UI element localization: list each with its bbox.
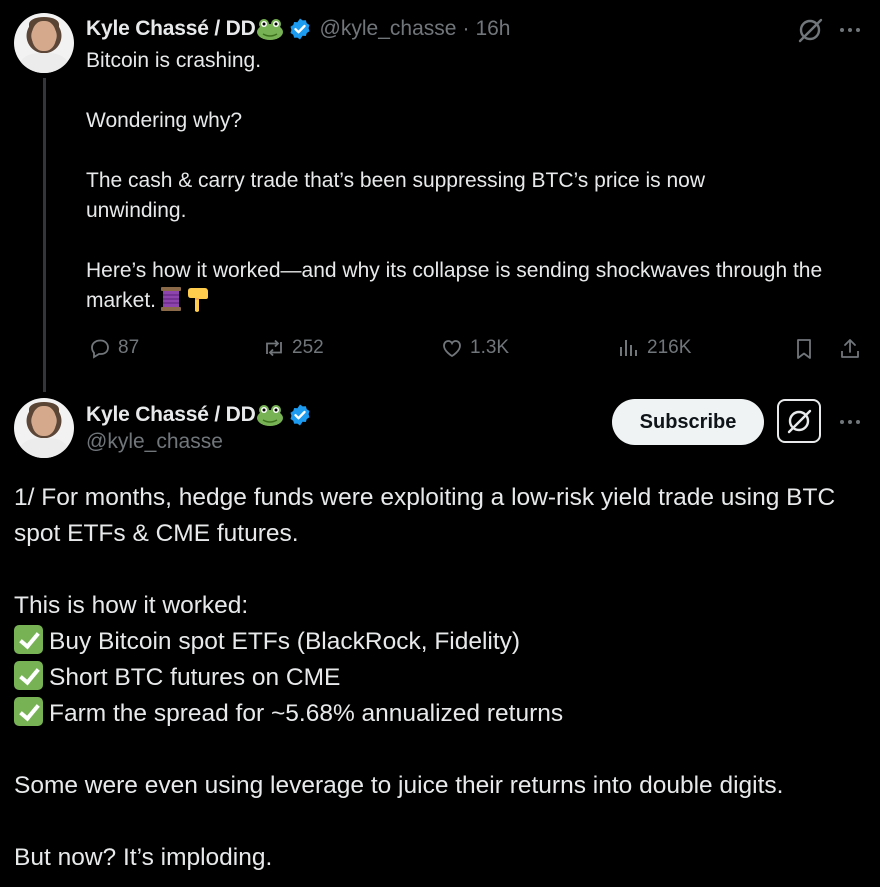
separator-dot: · [462,17,470,40]
grok-icon [787,409,812,434]
views-button[interactable]: 216K [617,336,691,360]
repost-button[interactable]: 252 [262,336,324,360]
verified-badge-icon[interactable] [288,403,312,427]
thread-connector-line [43,78,46,392]
list-item-text: Short BTC futures on CME [49,664,341,691]
tweet2-header: Kyle Chassé / DD [86,400,312,430]
grok-button[interactable] [777,399,821,443]
reply-count: 87 [118,337,140,358]
repost-count: 252 [292,337,324,358]
author-name[interactable]: Kyle Chassé / DD [86,403,256,427]
tweet-paragraph: But now? It’s imploding. [14,844,273,871]
author-handle[interactable]: @kyle_chasse [320,17,457,41]
avatar[interactable] [14,13,74,73]
reply-icon [91,339,109,359]
tweet-paragraph: Bitcoin is crashing. [86,49,262,72]
author-name[interactable]: Kyle Chassé / DD [86,17,256,41]
check-mark-button-emoji-icon [14,661,43,690]
tweet-paragraph: Some were even using leverage to juice t… [14,772,784,799]
bookmark-icon[interactable] [792,337,816,361]
like-count: 1.3K [470,337,510,358]
tweet-paragraph: Wondering why? [86,109,243,132]
timestamp[interactable]: 16h [475,17,510,41]
check-mark-button-emoji-icon [14,697,43,726]
reply-button[interactable]: 87 [88,336,139,360]
spool-of-thread-emoji-icon [161,287,182,311]
frog-emoji-icon [256,19,283,40]
verified-badge-icon[interactable] [288,17,312,41]
grok-icon[interactable] [796,16,824,44]
list-item: Short BTC futures on CME [14,660,864,696]
tweet1-text: Bitcoin is crashing. Wondering why? The … [86,46,866,316]
tweet1-header: Kyle Chassé / DD @kyle_chasse · 16h [86,14,510,44]
heart-icon [443,340,461,358]
check-mark-button-emoji-icon [14,625,43,654]
avatar[interactable] [14,398,74,458]
like-button[interactable]: 1.3K [440,336,509,360]
subscribe-button[interactable]: Subscribe [612,399,764,445]
view-count: 216K [647,337,692,358]
more-options-icon[interactable] [838,18,862,42]
list-item-text: Farm the spread for ~5.68% annualized re… [49,700,564,727]
list-item: Farm the spread for ~5.68% annualized re… [14,696,864,732]
tweet-paragraph: 1/ For months, hedge funds were exploiti… [14,484,836,547]
tweet-paragraph: The cash & carry trade that’s been suppr… [86,169,706,222]
share-icon[interactable] [838,337,862,361]
analytics-icon [620,340,637,356]
author-handle[interactable]: @kyle_chasse [86,430,223,454]
repost-icon [266,339,282,357]
tweet2-text: 1/ For months, hedge funds were exploiti… [14,480,864,876]
tweet-paragraph-with-emoji: Here’s how it worked—and why its collaps… [86,256,866,316]
tweet-paragraph: This is how it worked: [14,592,249,619]
frog-emoji-icon [256,405,283,426]
more-options-icon[interactable] [838,410,862,434]
list-item-text: Buy Bitcoin spot ETFs (BlackRock, Fideli… [49,628,521,655]
list-item: Buy Bitcoin spot ETFs (BlackRock, Fideli… [14,624,864,660]
pointing-down-emoji-icon [188,288,209,312]
